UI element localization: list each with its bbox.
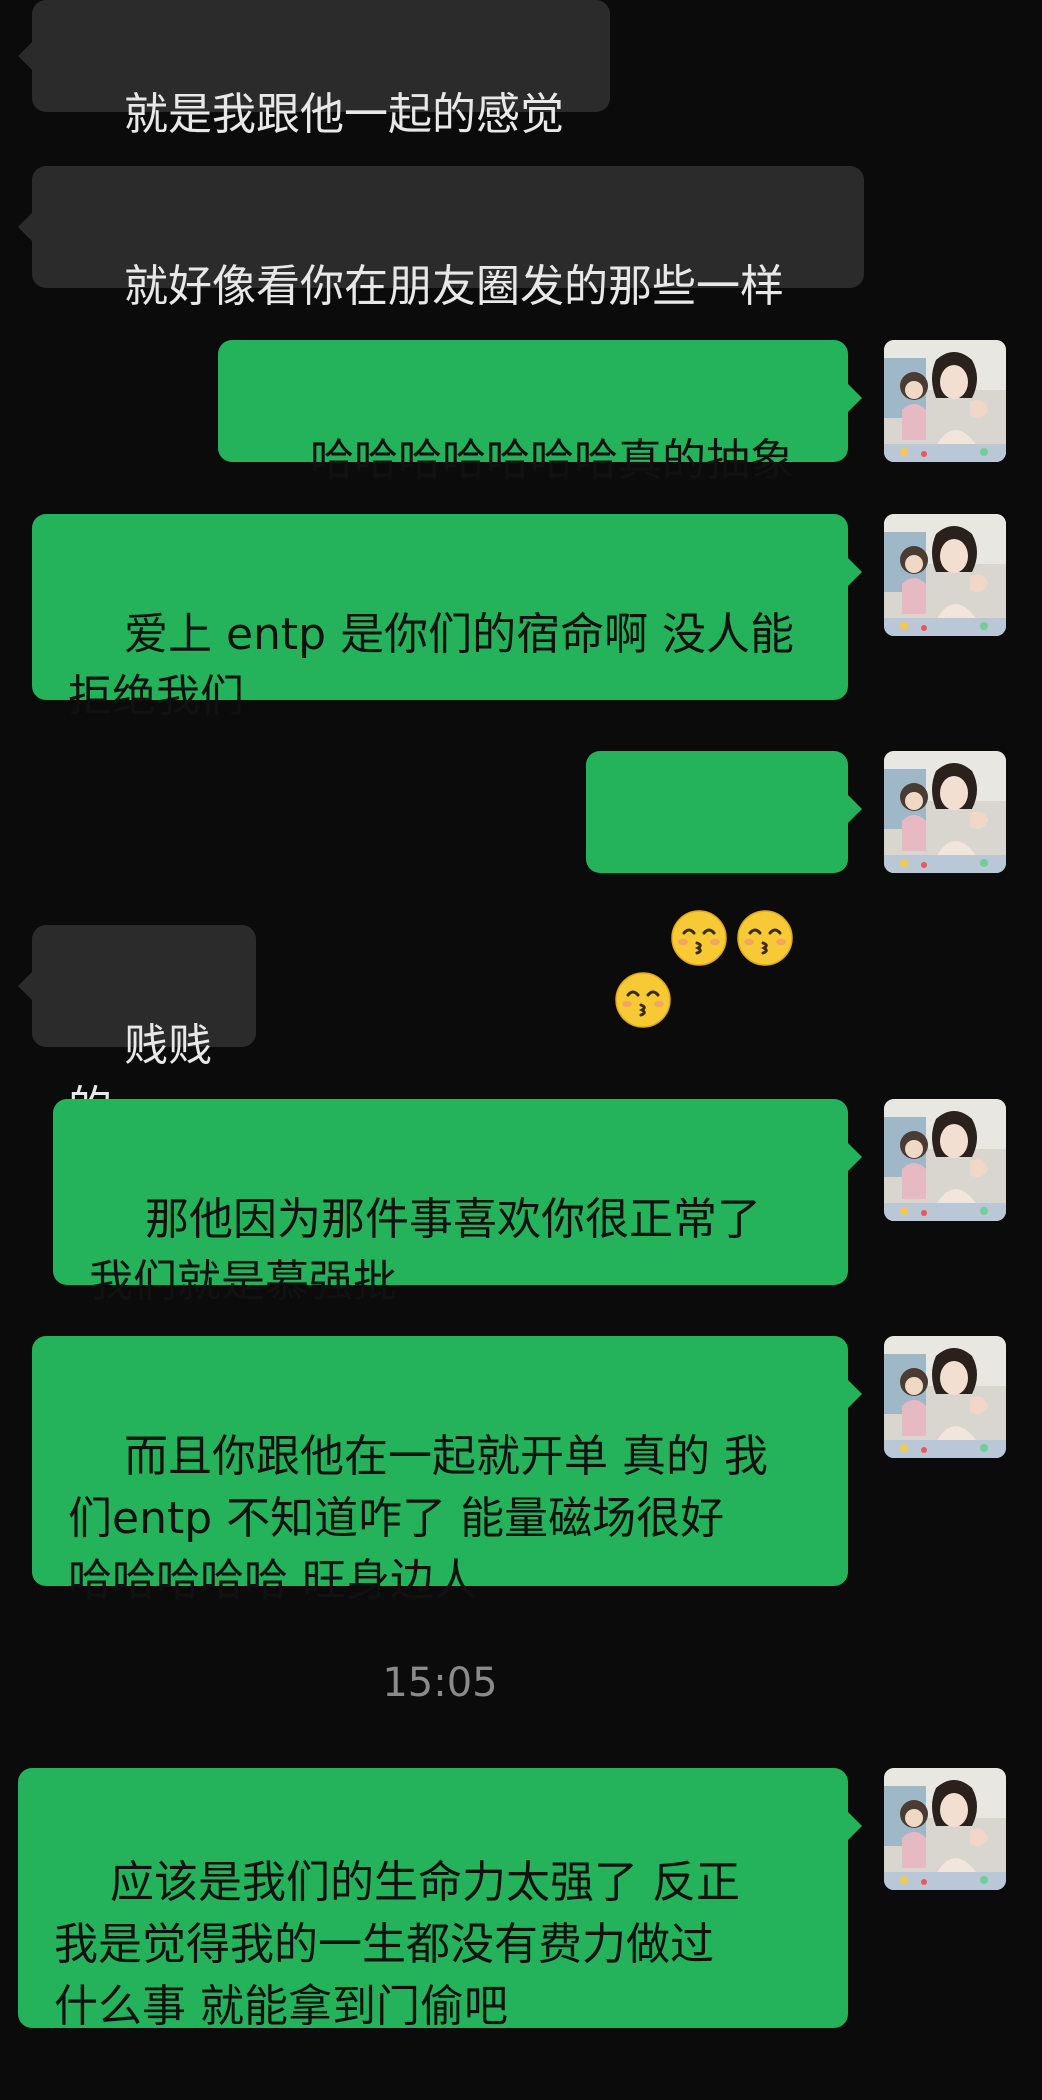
avatar[interactable] — [884, 1336, 1006, 1458]
kissing-face-smiling-eyes-icon — [736, 847, 794, 966]
user-avatar-photo-icon — [884, 751, 1006, 873]
user-avatar-photo-icon — [884, 1336, 1006, 1458]
outgoing-message[interactable]: 那他因为那件事喜欢你很正常了 我们就是慕强批 — [53, 1099, 862, 1307]
incoming-message[interactable]: 贱贱的 — [18, 925, 256, 1133]
avatar[interactable] — [884, 340, 1006, 462]
kissing-face-smiling-eyes-icon — [614, 909, 672, 1028]
user-avatar-photo-icon — [884, 514, 1006, 636]
user-avatar-photo-icon — [884, 1768, 1006, 1890]
message-text: 就好像看你在朋友圈发的那些一样 — [123, 261, 784, 312]
incoming-message[interactable]: 就好像看你在朋友圈发的那些一样 — [18, 166, 864, 312]
message-text: 就是我跟他一起的感觉 — [123, 89, 564, 140]
avatar[interactable] — [884, 1768, 1006, 1890]
outgoing-message[interactable] — [586, 751, 862, 1028]
message-text: 爱上 entp 是你们的宿命啊 没人能 拒绝我们 — [68, 609, 795, 722]
user-avatar-photo-icon — [884, 340, 1006, 462]
message-text: 应该是我们的生命力太强了 反正 我是觉得我的一生都没有费力做过 什么事 就能拿到… — [54, 1857, 740, 2032]
outgoing-message[interactable]: 哈哈哈哈哈哈哈真的抽象 — [218, 340, 862, 486]
outgoing-message[interactable]: 应该是我们的生命力太强了 反正 我是觉得我的一生都没有费力做过 什么事 就能拿到… — [18, 1768, 862, 2032]
chat-thread[interactable]: 就是我跟他一起的感觉 就好像看你在朋友圈发的那些一样 哈哈哈哈哈哈哈真的抽象 爱… — [0, 0, 1042, 2032]
outgoing-message[interactable]: 爱上 entp 是你们的宿命啊 没人能 拒绝我们 — [32, 514, 862, 722]
avatar[interactable] — [884, 1099, 1006, 1221]
message-text: 而且你跟他在一起就开单 真的 我 们entp 不知道咋了 能量磁场很好 哈哈哈哈… — [68, 1431, 768, 1606]
incoming-message[interactable]: 就是我跟他一起的感觉 — [18, 0, 610, 140]
timestamp: 15:05 — [382, 1660, 498, 1706]
avatar[interactable] — [884, 751, 1006, 873]
kissing-face-smiling-eyes-icon — [670, 847, 728, 966]
user-avatar-photo-icon — [884, 1099, 1006, 1221]
message-text: 那他因为那件事喜欢你很正常了 我们就是慕强批 — [89, 1194, 761, 1307]
outgoing-message[interactable]: 而且你跟他在一起就开单 真的 我 们entp 不知道咋了 能量磁场很好 哈哈哈哈… — [32, 1336, 862, 1606]
avatar[interactable] — [884, 514, 1006, 636]
message-text: 哈哈哈哈哈哈哈真的抽象 — [309, 435, 794, 486]
